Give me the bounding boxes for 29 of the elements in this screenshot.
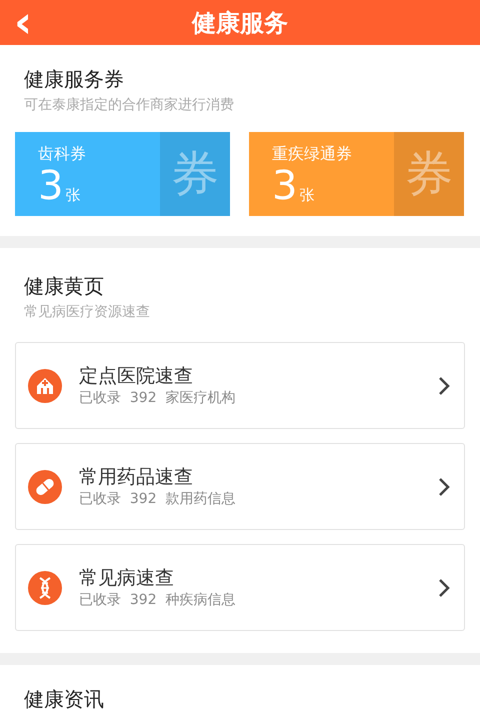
lookup-title: 常见病速查 [79, 566, 175, 590]
page-title: 健康服务 [192, 8, 288, 38]
dna-icon [28, 570, 62, 604]
chevron-right-icon [438, 578, 450, 598]
voucher-unit: 张 [299, 185, 314, 205]
pill-icon [28, 470, 62, 504]
lookup-card[interactable]: 常见病速查 已收录 392 种疾病信息 [15, 544, 465, 631]
lookup-card[interactable]: 定点医院速查 已收录 392 家医疗机构 [15, 342, 465, 429]
lookup-title: 定点医院速查 [79, 364, 194, 388]
lookup-subtitle: 已收录 392 款用药信息 [79, 490, 237, 508]
section-title: 健康黄页 [24, 273, 105, 300]
lookup-title: 常用药品速查 [79, 464, 194, 488]
lookup-subtitle: 已收录 392 家医疗机构 [79, 388, 237, 408]
chevron-right-icon [438, 376, 450, 396]
voucher-count: 3 [272, 164, 298, 208]
voucher-name: 重疾绿通券 [272, 144, 353, 164]
section-title: 健康资讯 [24, 687, 104, 711]
hospital-icon [28, 368, 62, 402]
lookup-subtitle: 已收录 392 种疾病信息 [79, 590, 237, 610]
voucher-count: 3 [38, 164, 64, 208]
chevron-right-icon [438, 476, 450, 496]
voucher-unit: 张 [65, 185, 80, 205]
section-subtitle: 可在泰康指定的合作商家进行消费 [24, 96, 235, 115]
lookup-card[interactable]: 常用药品速查 已收录 392 款用药信息 [15, 443, 465, 530]
section-title: 健康服务券 [24, 66, 125, 93]
section-subtitle: 常见病医疗资源速查 [24, 303, 151, 322]
voucher-name: 齿科券 [38, 144, 87, 164]
stamp-label: 券 [405, 146, 453, 202]
stamp-label: 券 [171, 146, 219, 202]
